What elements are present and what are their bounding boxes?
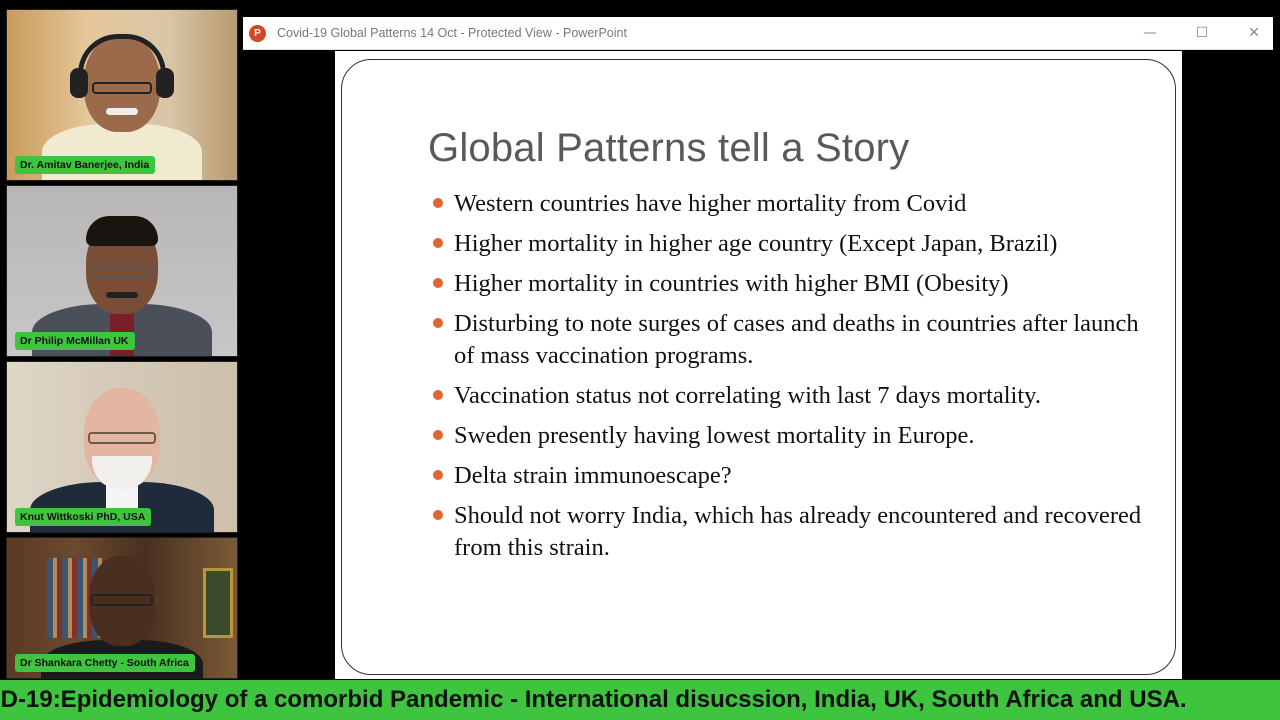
bullet-dot-icon (433, 278, 443, 288)
maximize-button[interactable]: ☐ (1179, 17, 1225, 50)
minimize-button[interactable]: — (1127, 17, 1173, 50)
close-button[interactable]: ✕ (1231, 17, 1277, 50)
participant-video-4[interactable]: Dr Shankara Chetty - South Africa (6, 537, 238, 679)
bullet-item: Disturbing to note surges of cases and d… (430, 308, 1150, 372)
bullet-item: Western countries have higher mortality … (430, 188, 1150, 220)
bullet-item: Should not worry India, which has alread… (430, 500, 1150, 564)
ticker-text: ID-19:Epidemiology of a comorbid Pandemi… (0, 686, 1187, 713)
wall-painting (203, 568, 233, 638)
bullet-dot-icon (433, 430, 443, 440)
bullet-dot-icon (433, 238, 443, 248)
bullet-item: Higher mortality in countries with highe… (430, 268, 1150, 300)
powerpoint-icon: P (249, 25, 266, 42)
news-ticker: ID-19:Epidemiology of a comorbid Pandemi… (0, 680, 1280, 720)
bullet-dot-icon (433, 510, 443, 520)
bullet-dot-icon (433, 198, 443, 208)
window-titlebar[interactable]: P Covid-19 Global Patterns 14 Oct - Prot… (243, 17, 1273, 50)
window-title: Covid-19 Global Patterns 14 Oct - Protec… (277, 26, 627, 40)
participant-video-3[interactable]: Knut Wittkoski PhD, USA (6, 361, 238, 533)
bullet-item: Higher mortality in higher age country (… (430, 228, 1150, 260)
slide-frame: Global Patterns tell a Story Western cou… (341, 59, 1176, 675)
participant-video-1[interactable]: Dr. Amitav Banerjee, India (6, 9, 238, 181)
participant-name-tag: Dr. Amitav Banerjee, India (15, 156, 156, 174)
slide-canvas[interactable]: Global Patterns tell a Story Western cou… (335, 51, 1182, 679)
participant-video-2[interactable]: Dr Philip McMillan UK (6, 185, 238, 357)
participant-name-tag: Knut Wittkoski PhD, USA (15, 508, 152, 526)
bullet-item: Delta strain immunoescape? (430, 460, 1150, 492)
participant-name-tag: Dr Philip McMillan UK (15, 332, 135, 350)
bullet-dot-icon (433, 470, 443, 480)
bullet-list: Western countries have higher mortality … (430, 188, 1150, 572)
bullet-dot-icon (433, 318, 443, 328)
participant-name-tag: Dr Shankara Chetty - South Africa (15, 654, 195, 672)
bullet-dot-icon (433, 390, 443, 400)
bullet-item: Sweden presently having lowest mortality… (430, 420, 1150, 452)
bullet-item: Vaccination status not correlating with … (430, 380, 1150, 412)
slide-title: Global Patterns tell a Story (428, 126, 910, 170)
